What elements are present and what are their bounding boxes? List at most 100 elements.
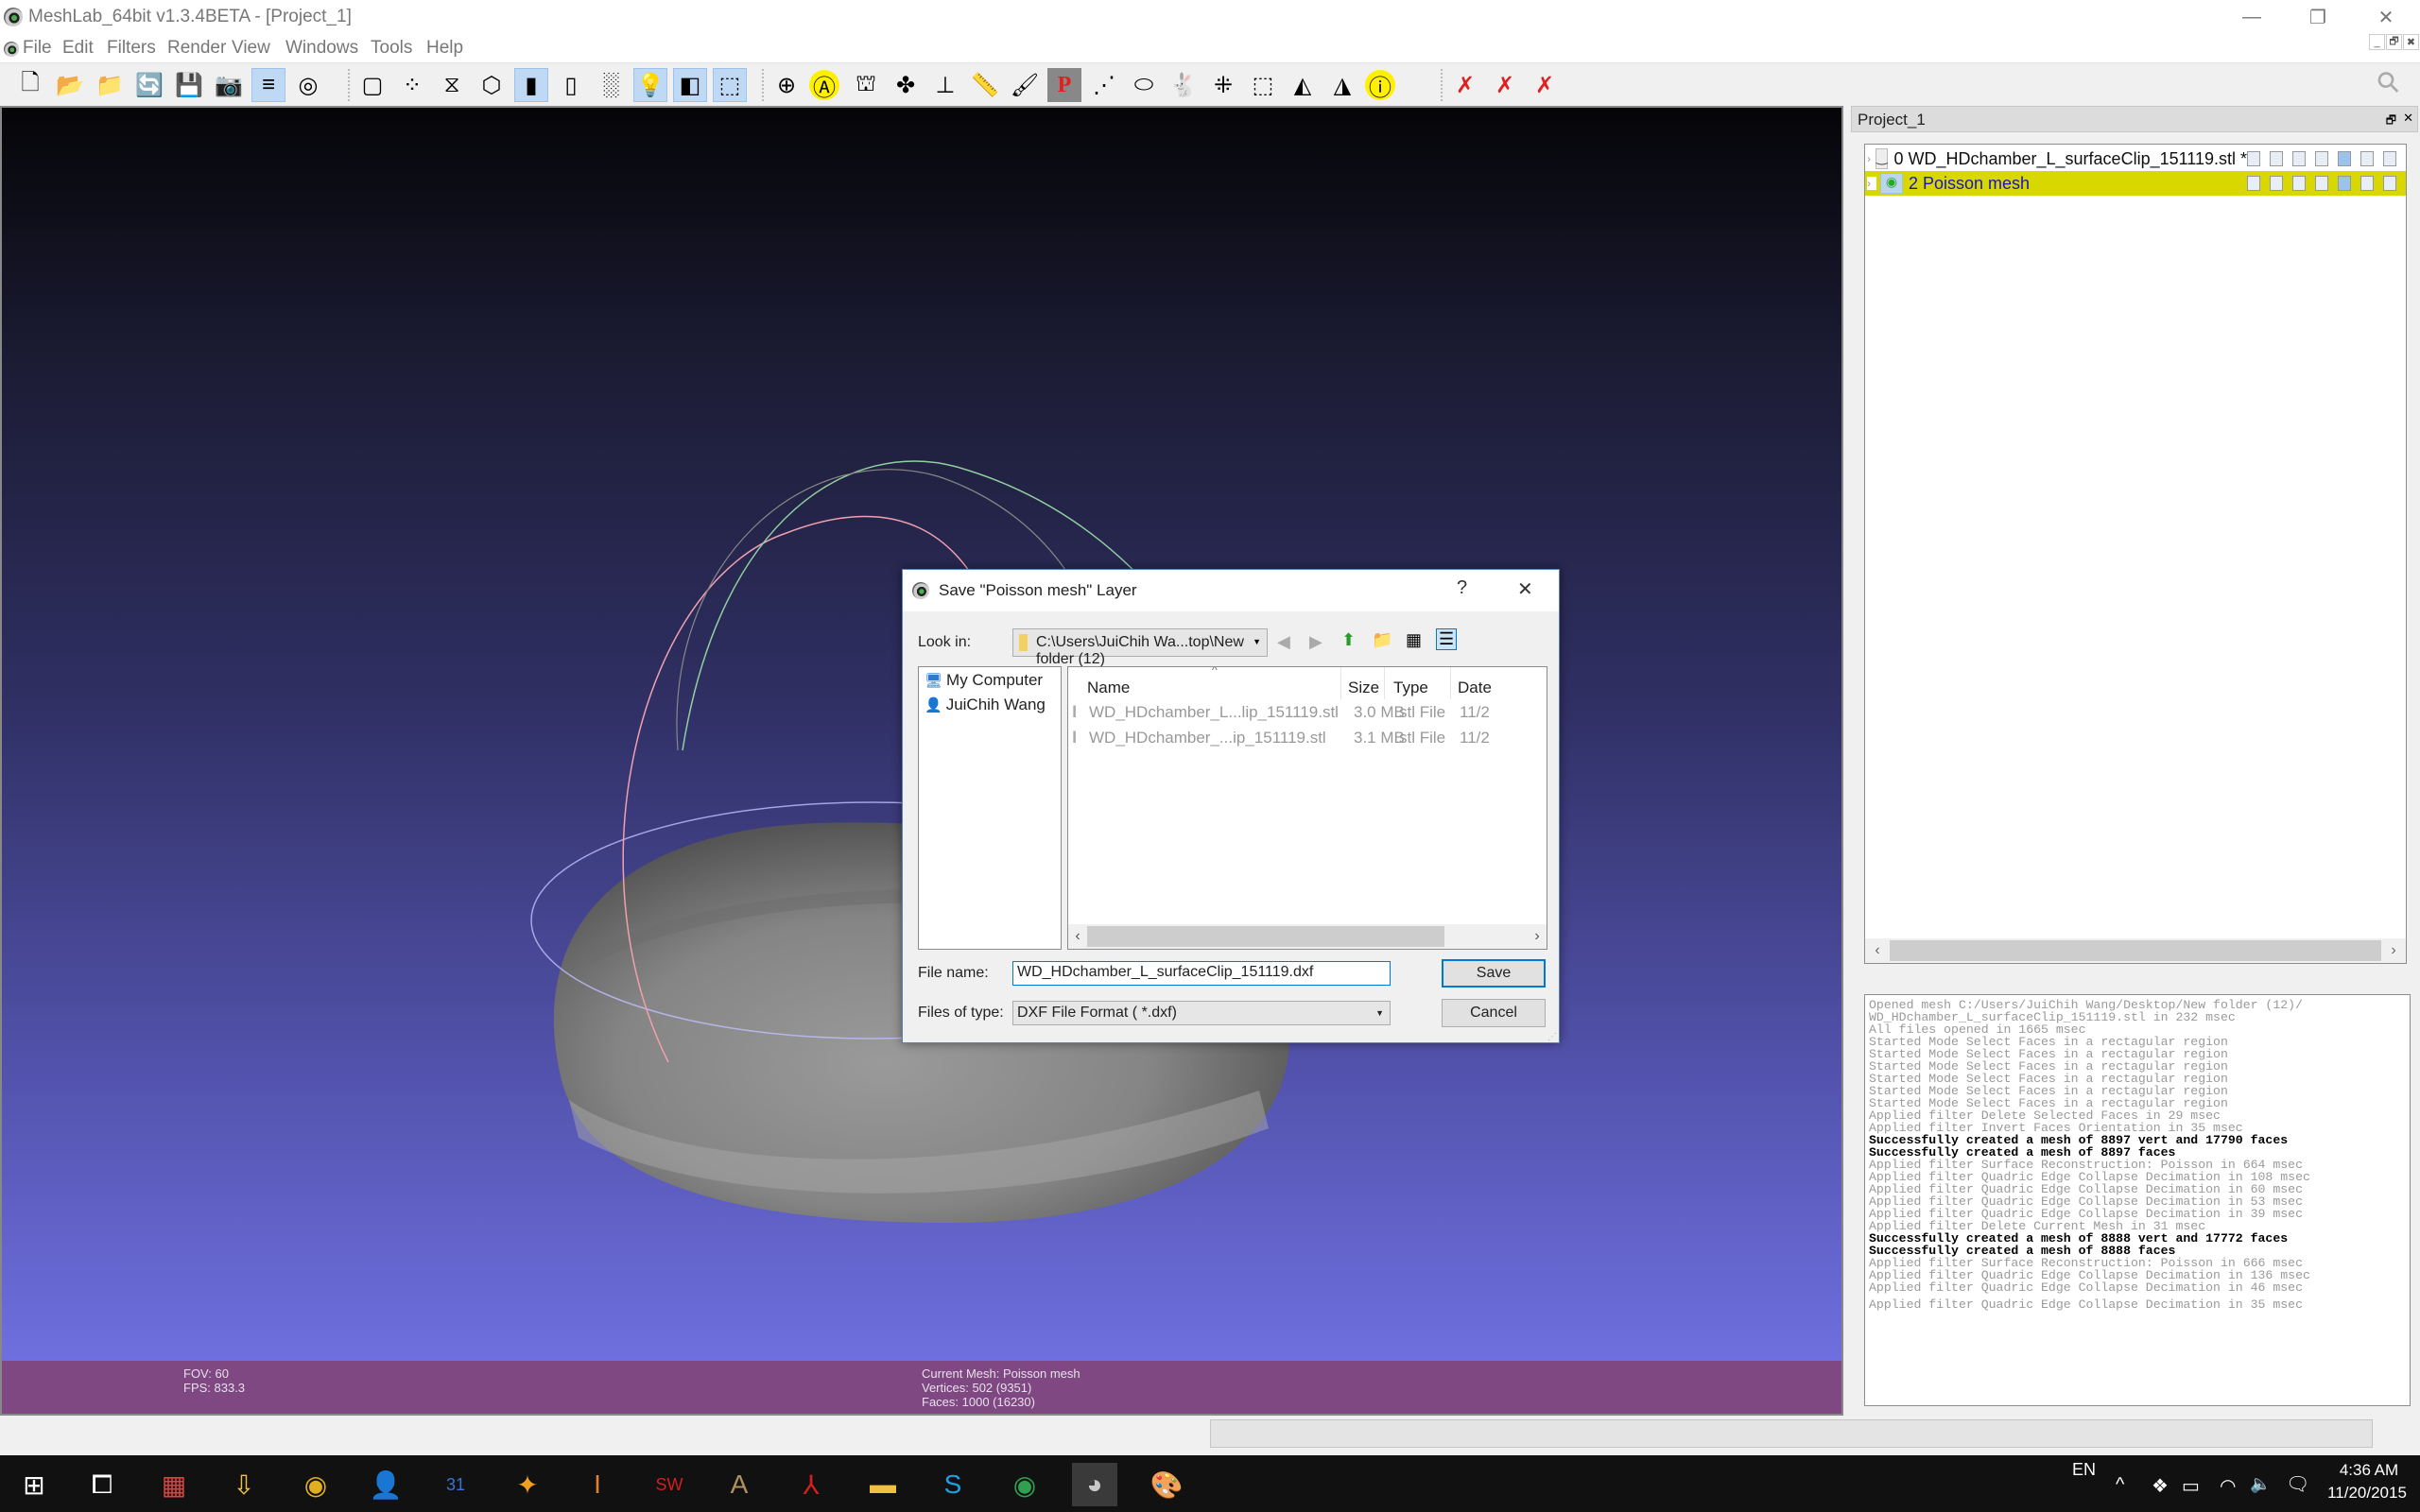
detail-view-icon[interactable]: ☰ xyxy=(1436,628,1458,650)
list-view-icon[interactable]: ▦ xyxy=(1406,630,1422,650)
menu-windows[interactable]: Windows xyxy=(285,38,358,59)
action-center-icon[interactable]: 🗨 xyxy=(2286,1472,2309,1496)
close-panel-icon[interactable]: ✕ xyxy=(2403,111,2413,126)
backface-icon[interactable]: ◧ xyxy=(673,68,707,102)
annotation-icon[interactable]: Ⓐ xyxy=(809,70,839,101)
wifi-icon[interactable]: ◠ xyxy=(2220,1474,2236,1498)
reload-icon[interactable]: 📁 xyxy=(93,68,127,102)
contacts-icon[interactable]: 👤 xyxy=(363,1463,408,1506)
bbox-icon[interactable] xyxy=(2247,176,2260,191)
scroll-left-icon[interactable]: ‹ xyxy=(1068,928,1087,945)
delete-faces-icon[interactable]: ✗ xyxy=(1488,68,1522,102)
texture-icon[interactable]: ░ xyxy=(594,68,628,102)
column-type[interactable]: Type xyxy=(1393,679,1428,697)
column-size[interactable]: Size xyxy=(1348,679,1379,697)
eye-closed-icon[interactable]: ‿ xyxy=(1876,148,1889,169)
menu-tools[interactable]: Tools xyxy=(371,38,412,59)
mdi-close-button[interactable]: ✖ xyxy=(2403,34,2419,50)
scroll-right-icon[interactable]: › xyxy=(2381,942,2406,959)
dropbox-icon[interactable]: ❖ xyxy=(2152,1474,2169,1498)
new-project-icon[interactable]: 🗋 xyxy=(13,68,47,102)
flat-lines-icon[interactable] xyxy=(2315,176,2328,191)
reference-icon[interactable]: ⁜ xyxy=(1206,68,1240,102)
quality-map-icon[interactable]: 🐇 xyxy=(1167,68,1201,102)
scroll-left-icon[interactable]: ‹ xyxy=(1865,942,1890,959)
cancel-button[interactable]: Cancel xyxy=(1442,999,1546,1027)
acrobat-icon[interactable]: ⅄ xyxy=(788,1463,834,1506)
file-list-scrollbar[interactable]: ‹ › xyxy=(1068,924,1547,949)
points-icon[interactable] xyxy=(2270,176,2283,191)
select-connected-icon[interactable]: ⋰ xyxy=(1087,68,1121,102)
wireframe-icon[interactable]: ⧖ xyxy=(435,68,469,102)
selected-vertices-icon[interactable]: ⬚ xyxy=(713,68,747,102)
help-button[interactable]: ? xyxy=(1457,577,1467,599)
solidworks-icon[interactable]: SW xyxy=(647,1463,692,1506)
menu-edit[interactable]: Edit xyxy=(62,38,94,59)
layer-horizontal-scrollbar[interactable]: ‹ › xyxy=(1865,938,2406,963)
show-hidden-icons-icon[interactable]: ^ xyxy=(2116,1474,2124,1496)
downloads-icon[interactable]: ⇩ xyxy=(221,1463,267,1506)
dialog-close-button[interactable]: ✕ xyxy=(1517,577,1533,601)
menu-help[interactable]: Help xyxy=(426,38,463,59)
light-icon[interactable]: 💡 xyxy=(633,68,667,102)
flat-icon[interactable]: ▮ xyxy=(514,68,548,102)
wireframe-icon[interactable] xyxy=(2292,176,2306,191)
flat-lines-icon[interactable] xyxy=(2315,151,2328,166)
clock-time[interactable]: 4:36 AM xyxy=(2331,1461,2407,1480)
language-indicator[interactable]: EN xyxy=(2072,1460,2096,1480)
file-row[interactable]: 𝐈 WD_HDchamber_...ip_151119.stl 3.1 MB s… xyxy=(1068,729,1547,753)
smooth-icon[interactable] xyxy=(2360,151,2374,166)
forward-icon[interactable]: ▶ xyxy=(1309,632,1322,652)
start-icon[interactable]: ⊞ xyxy=(11,1463,57,1506)
scrollbar-thumb[interactable] xyxy=(1087,926,1444,947)
task-view-icon[interactable]: ⧠ xyxy=(79,1463,125,1506)
axis-icon[interactable]: ⊥ xyxy=(928,68,962,102)
layers-icon[interactable]: ≡ xyxy=(251,68,285,102)
look-in-combo[interactable]: C:\Users\JuiChih Wa...top\New folder (12… xyxy=(1012,628,1268,667)
delete-vertices-icon[interactable]: ✗ xyxy=(1448,68,1482,102)
menu-render[interactable]: Render xyxy=(167,38,226,59)
column-date[interactable]: Date xyxy=(1458,679,1492,697)
battery-icon[interactable]: ▭ xyxy=(2182,1474,2200,1498)
meshlab-icon[interactable]: ◕ xyxy=(1072,1463,1117,1506)
eye-open-icon[interactable]: ◉ xyxy=(1880,173,1903,194)
minimize-button[interactable]: — xyxy=(2220,0,2284,34)
select-faces-icon[interactable]: ◭ xyxy=(1286,68,1320,102)
new-folder-icon[interactable]: 📁 xyxy=(1372,630,1392,650)
paint-icon[interactable]: 🖌 xyxy=(1008,68,1042,102)
restore-button[interactable]: ❐ xyxy=(2286,0,2350,34)
column-name[interactable]: Name xyxy=(1087,679,1130,697)
place-user-folder[interactable]: 👤 JuiChih Wang xyxy=(925,696,1046,714)
back-icon[interactable]: ◀ xyxy=(1277,632,1290,652)
reload-all-icon[interactable]: 🔄 xyxy=(132,68,166,102)
mdi-restore-button[interactable]: 🗗 xyxy=(2386,34,2402,50)
file-name-input[interactable]: WD_HDchamber_L_surfaceClip_151119.dxf xyxy=(1012,961,1391,986)
save-button[interactable]: Save xyxy=(1442,959,1546,988)
delete-faces-vertices-icon[interactable]: ✗ xyxy=(1528,68,1562,102)
parent-directory-icon[interactable]: ⬆ xyxy=(1341,630,1356,650)
flat-icon[interactable] xyxy=(2338,151,2351,166)
clock-date[interactable]: 11/20/2015 xyxy=(2318,1484,2416,1503)
mdi-minimize-button[interactable]: _ xyxy=(2369,34,2385,50)
place-my-computer[interactable]: 🖥 My Computer xyxy=(925,671,1043,690)
texture-icon[interactable] xyxy=(2383,151,2396,166)
select-vertices-icon[interactable]: ⬭ xyxy=(1127,68,1161,102)
texture-icon[interactable] xyxy=(2383,176,2396,191)
menu-filters[interactable]: Filters xyxy=(107,38,156,59)
wireframe-icon[interactable] xyxy=(2292,151,2306,166)
resize-grip-icon[interactable]: ⋰ xyxy=(1547,1032,1557,1042)
expand-chevron-icon[interactable]: › xyxy=(1867,152,1872,165)
flat-icon[interactable] xyxy=(2338,176,2351,191)
measure-icon[interactable]: 📏 xyxy=(968,68,1002,102)
info-icon[interactable]: ⓘ xyxy=(1365,70,1395,101)
file-row[interactable]: 𝐈 WD_HDchamber_L...lip_151119.stl 3.0 MB… xyxy=(1068,703,1547,728)
select-region-icon[interactable]: ⬚ xyxy=(1246,68,1280,102)
scroll-right-icon[interactable]: › xyxy=(1528,928,1547,945)
file-type-select[interactable]: DXF File Format ( *.dxf) ▼ xyxy=(1012,1001,1391,1025)
float-panel-icon[interactable]: 🗗 xyxy=(2386,112,2396,131)
file-explorer-icon[interactable]: ▬ xyxy=(860,1463,906,1506)
bbox-icon[interactable] xyxy=(2247,151,2260,166)
store-icon[interactable]: ▦ xyxy=(151,1463,197,1506)
points-icon[interactable]: ⁘ xyxy=(395,68,429,102)
scrollbar-thumb[interactable] xyxy=(1890,940,2381,961)
